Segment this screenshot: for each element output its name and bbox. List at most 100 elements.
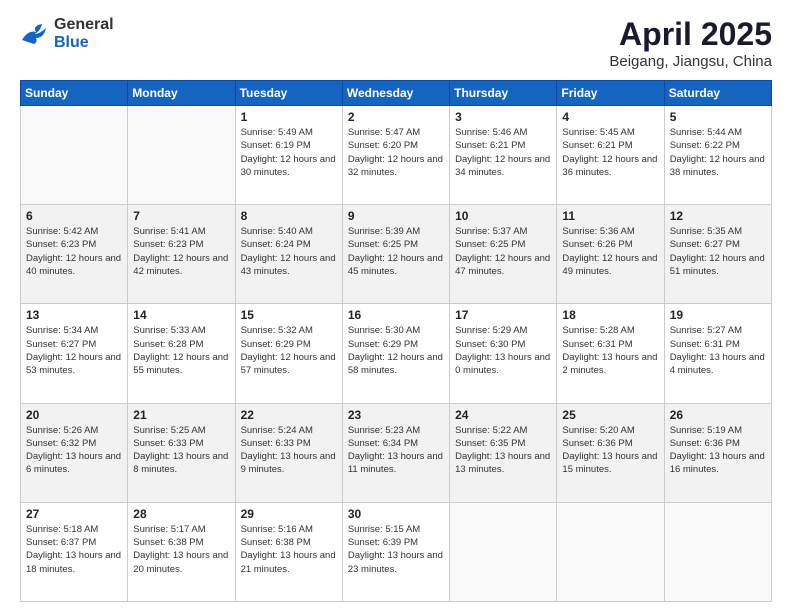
day-info: Sunrise: 5:19 AM Sunset: 6:36 PM Dayligh… (670, 424, 766, 477)
calendar-row: 6 Sunrise: 5:42 AM Sunset: 6:23 PM Daylig… (21, 205, 772, 304)
table-row: 14 Sunrise: 5:33 AM Sunset: 6:28 PM Dayli… (128, 304, 235, 403)
title-block: April 2025 Beigang, Jiangsu, China (609, 16, 772, 70)
day-info: Sunrise: 5:18 AM Sunset: 6:37 PM Dayligh… (26, 523, 122, 576)
day-number: 12 (670, 209, 766, 223)
table-row: 20Sunrise: 5:26 AM Sunset: 6:32 PM Dayli… (21, 403, 128, 502)
table-row: 3 Sunrise: 5:46 AM Sunset: 6:21 PM Daylig… (450, 106, 557, 205)
day-info: Sunrise: 5:45 AM Sunset: 6:21 PM Dayligh… (562, 126, 658, 179)
day-number: 24 (455, 408, 551, 422)
day-info: Sunrise: 5:25 AM Sunset: 6:33 PM Dayligh… (133, 424, 229, 477)
day-number: 23 (348, 408, 444, 422)
table-row (21, 106, 128, 205)
day-info: Sunrise: 5:29 AM Sunset: 6:30 PM Dayligh… (455, 324, 551, 377)
day-info: Sunrise: 5:30 AM Sunset: 6:29 PM Dayligh… (348, 324, 444, 377)
table-row: 5 Sunrise: 5:44 AM Sunset: 6:22 PM Daylig… (664, 106, 771, 205)
col-tuesday: Tuesday (235, 81, 342, 106)
day-info: Sunrise: 5:37 AM Sunset: 6:25 PM Dayligh… (455, 225, 551, 278)
col-thursday: Thursday (450, 81, 557, 106)
table-row: 27 Sunrise: 5:18 AM Sunset: 6:37 PM Dayli… (21, 502, 128, 601)
day-info: Sunrise: 5:20 AM Sunset: 6:36 PM Dayligh… (562, 424, 658, 477)
table-row (128, 106, 235, 205)
calendar-row: 20Sunrise: 5:26 AM Sunset: 6:32 PM Dayli… (21, 403, 772, 502)
day-number: 22 (241, 408, 337, 422)
calendar-row: 1 Sunrise: 5:49 AM Sunset: 6:19 PM Daylig… (21, 106, 772, 205)
day-number: 25 (562, 408, 658, 422)
col-wednesday: Wednesday (342, 81, 449, 106)
day-info: Sunrise: 5:46 AM Sunset: 6:21 PM Dayligh… (455, 126, 551, 179)
table-row (664, 502, 771, 601)
table-row: 17 Sunrise: 5:29 AM Sunset: 6:30 PM Dayli… (450, 304, 557, 403)
title-location: Beigang, Jiangsu, China (609, 53, 772, 70)
day-info: Sunrise: 5:16 AM Sunset: 6:38 PM Dayligh… (241, 523, 337, 576)
day-info: Sunrise: 5:40 AM Sunset: 6:24 PM Dayligh… (241, 225, 337, 278)
col-sunday: Sunday (21, 81, 128, 106)
table-row: 23 Sunrise: 5:23 AM Sunset: 6:34 PM Dayli… (342, 403, 449, 502)
day-info: Sunrise: 5:36 AM Sunset: 6:26 PM Dayligh… (562, 225, 658, 278)
day-number: 11 (562, 209, 658, 223)
table-row: 12Sunrise: 5:35 AM Sunset: 6:27 PM Dayli… (664, 205, 771, 304)
day-info: Sunrise: 5:17 AM Sunset: 6:38 PM Dayligh… (133, 523, 229, 576)
calendar-header-row: Sunday Monday Tuesday Wednesday Thursday… (21, 81, 772, 106)
day-info: Sunrise: 5:39 AM Sunset: 6:25 PM Dayligh… (348, 225, 444, 278)
table-row: 15 Sunrise: 5:32 AM Sunset: 6:29 PM Dayli… (235, 304, 342, 403)
day-number: 13 (26, 308, 122, 322)
day-number: 15 (241, 308, 337, 322)
day-number: 17 (455, 308, 551, 322)
day-number: 30 (348, 507, 444, 521)
logo-text: General Blue (54, 16, 114, 52)
col-monday: Monday (128, 81, 235, 106)
day-info: Sunrise: 5:47 AM Sunset: 6:20 PM Dayligh… (348, 126, 444, 179)
day-info: Sunrise: 5:15 AM Sunset: 6:39 PM Dayligh… (348, 523, 444, 576)
table-row (450, 502, 557, 601)
day-info: Sunrise: 5:34 AM Sunset: 6:27 PM Dayligh… (26, 324, 122, 377)
day-number: 27 (26, 507, 122, 521)
day-number: 26 (670, 408, 766, 422)
day-number: 4 (562, 110, 658, 124)
day-info: Sunrise: 5:23 AM Sunset: 6:34 PM Dayligh… (348, 424, 444, 477)
day-info: Sunrise: 5:42 AM Sunset: 6:23 PM Dayligh… (26, 225, 122, 278)
day-info: Sunrise: 5:33 AM Sunset: 6:28 PM Dayligh… (133, 324, 229, 377)
table-row: 26 Sunrise: 5:19 AM Sunset: 6:36 PM Dayli… (664, 403, 771, 502)
day-number: 5 (670, 110, 766, 124)
day-number: 16 (348, 308, 444, 322)
day-info: Sunrise: 5:49 AM Sunset: 6:19 PM Dayligh… (241, 126, 337, 179)
table-row: 9Sunrise: 5:39 AM Sunset: 6:25 PM Daylig… (342, 205, 449, 304)
header: General Blue April 2025 Beigang, Jiangsu… (20, 16, 772, 70)
table-row: 7Sunrise: 5:41 AM Sunset: 6:23 PM Daylig… (128, 205, 235, 304)
col-saturday: Saturday (664, 81, 771, 106)
day-number: 29 (241, 507, 337, 521)
day-number: 20 (26, 408, 122, 422)
day-number: 8 (241, 209, 337, 223)
col-friday: Friday (557, 81, 664, 106)
table-row: 13 Sunrise: 5:34 AM Sunset: 6:27 PM Dayli… (21, 304, 128, 403)
table-row: 10 Sunrise: 5:37 AM Sunset: 6:25 PM Dayli… (450, 205, 557, 304)
table-row (557, 502, 664, 601)
day-number: 7 (133, 209, 229, 223)
page: General Blue April 2025 Beigang, Jiangsu… (0, 0, 792, 612)
table-row: 30 Sunrise: 5:15 AM Sunset: 6:39 PM Dayli… (342, 502, 449, 601)
table-row: 8 Sunrise: 5:40 AM Sunset: 6:24 PM Daylig… (235, 205, 342, 304)
table-row: 2Sunrise: 5:47 AM Sunset: 6:20 PM Daylig… (342, 106, 449, 205)
table-row: 22 Sunrise: 5:24 AM Sunset: 6:33 PM Dayli… (235, 403, 342, 502)
day-info: Sunrise: 5:24 AM Sunset: 6:33 PM Dayligh… (241, 424, 337, 477)
day-number: 14 (133, 308, 229, 322)
day-number: 19 (670, 308, 766, 322)
calendar-row: 27 Sunrise: 5:18 AM Sunset: 6:37 PM Dayli… (21, 502, 772, 601)
day-info: Sunrise: 5:28 AM Sunset: 6:31 PM Dayligh… (562, 324, 658, 377)
day-number: 10 (455, 209, 551, 223)
logo-icon (20, 22, 50, 46)
day-number: 1 (241, 110, 337, 124)
calendar-row: 13 Sunrise: 5:34 AM Sunset: 6:27 PM Dayli… (21, 304, 772, 403)
table-row: 18Sunrise: 5:28 AM Sunset: 6:31 PM Dayli… (557, 304, 664, 403)
day-info: Sunrise: 5:44 AM Sunset: 6:22 PM Dayligh… (670, 126, 766, 179)
day-number: 6 (26, 209, 122, 223)
day-number: 3 (455, 110, 551, 124)
table-row: 25 Sunrise: 5:20 AM Sunset: 6:36 PM Dayli… (557, 403, 664, 502)
table-row: 1 Sunrise: 5:49 AM Sunset: 6:19 PM Daylig… (235, 106, 342, 205)
day-number: 21 (133, 408, 229, 422)
day-info: Sunrise: 5:32 AM Sunset: 6:29 PM Dayligh… (241, 324, 337, 377)
table-row: 19Sunrise: 5:27 AM Sunset: 6:31 PM Dayli… (664, 304, 771, 403)
table-row: 28 Sunrise: 5:17 AM Sunset: 6:38 PM Dayli… (128, 502, 235, 601)
day-number: 28 (133, 507, 229, 521)
table-row: 29 Sunrise: 5:16 AM Sunset: 6:38 PM Dayli… (235, 502, 342, 601)
